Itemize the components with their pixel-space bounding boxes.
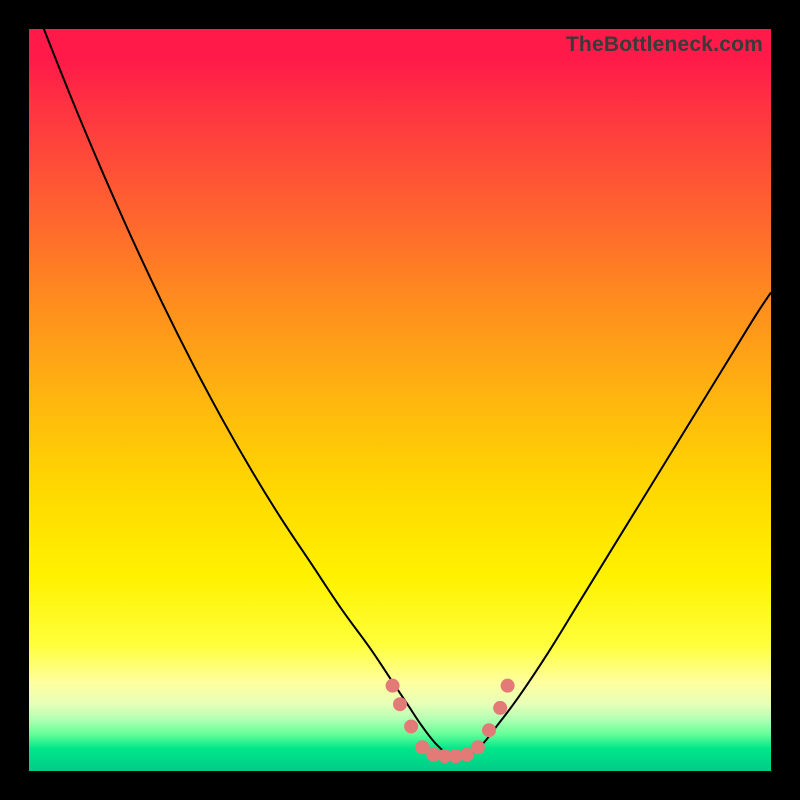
highlight-marker: [386, 679, 400, 693]
highlight-marker: [482, 723, 496, 737]
chart-svg: [29, 29, 771, 771]
highlight-marker: [501, 679, 515, 693]
highlight-marker: [493, 701, 507, 715]
highlight-marker: [393, 697, 407, 711]
highlight-marker: [471, 740, 485, 754]
outer-frame: TheBottleneck.com: [0, 0, 800, 800]
plot-area: TheBottleneck.com: [29, 29, 771, 771]
highlight-marker: [404, 719, 418, 733]
bottleneck-curve: [44, 29, 771, 758]
highlight-markers: [386, 679, 515, 763]
